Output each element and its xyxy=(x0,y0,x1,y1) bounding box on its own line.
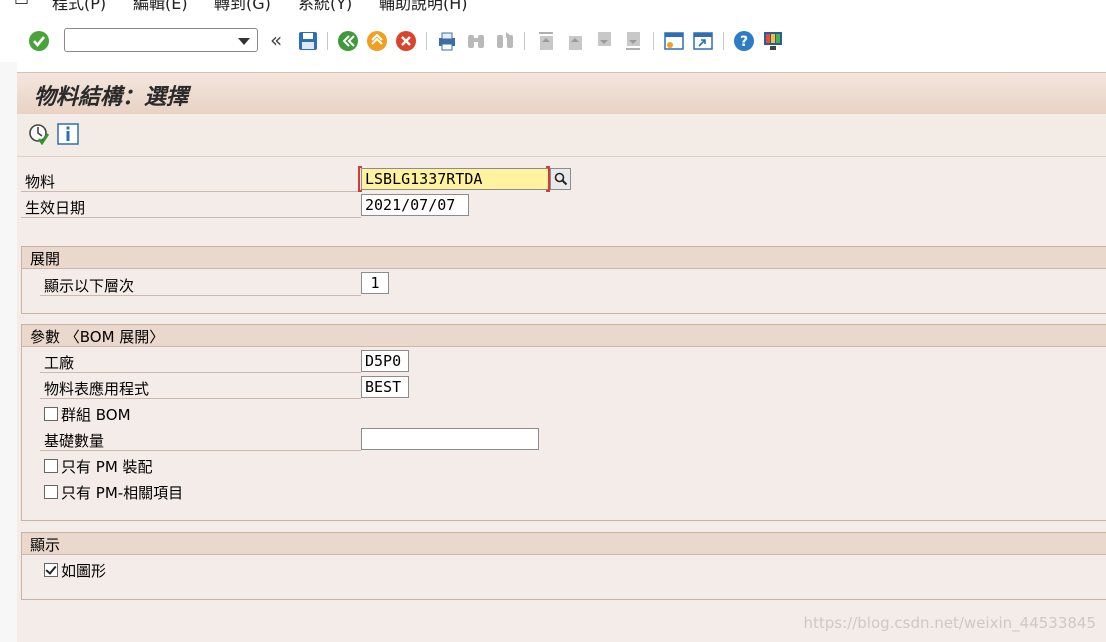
explode-group: 展開 xyxy=(21,246,1106,314)
pm-related-checkbox[interactable] xyxy=(44,485,58,499)
menu-icon[interactable]: ▭ xyxy=(14,0,29,9)
menu-bar: ▭ 程式(P) 編輯(E) 轉到(G) 系統(Y) 輔助說明(H) xyxy=(0,0,1106,18)
group-title: 顯示 xyxy=(30,536,61,554)
plant-input[interactable]: D5P0 xyxy=(361,350,409,372)
separator xyxy=(426,32,427,50)
base-quantity-input[interactable] xyxy=(361,428,539,450)
find-icon xyxy=(468,35,484,48)
graphic-label: 如圖形 xyxy=(61,562,107,580)
bom-application-label: 物料表應用程式 xyxy=(44,380,150,398)
group-header: 顯示 xyxy=(22,533,1106,555)
title-bar: 物料結構：選擇 xyxy=(17,72,1106,116)
pm-assembly-checkbox[interactable] xyxy=(44,459,58,473)
menu-goto[interactable]: 轉到(G) xyxy=(214,0,271,14)
group-bom-label: 群組 BOM xyxy=(61,406,131,424)
next-page-icon xyxy=(598,32,611,46)
first-page-icon xyxy=(539,32,553,50)
group-bom-checkbox[interactable] xyxy=(44,407,58,421)
pm-assembly-label: 只有 PM 裝配 xyxy=(61,458,153,476)
previous-page-icon xyxy=(569,36,582,50)
divider xyxy=(40,372,361,373)
plant-label: 工廠 xyxy=(44,354,75,372)
help-icon[interactable]: ? xyxy=(733,30,755,52)
divider xyxy=(40,398,361,399)
group-header: 展開 xyxy=(22,247,1106,269)
separator xyxy=(723,32,724,50)
material-label: 物料 xyxy=(25,173,56,191)
divider xyxy=(21,191,361,192)
page-title: 物料結構：選擇 xyxy=(34,84,189,110)
group-title: 展開 xyxy=(30,250,61,268)
base-quantity-label: 基礎數量 xyxy=(44,432,105,450)
svg-text:?: ? xyxy=(740,34,748,50)
create-shortcut-icon[interactable] xyxy=(692,30,714,52)
separator xyxy=(653,32,654,50)
divider xyxy=(40,450,361,451)
divider xyxy=(40,295,361,296)
new-session-icon[interactable] xyxy=(663,30,685,52)
info-icon[interactable] xyxy=(57,123,79,145)
back-icon[interactable] xyxy=(337,30,359,52)
menu-help[interactable]: 輔助說明(H) xyxy=(379,0,468,14)
search-help-button[interactable] xyxy=(550,168,571,190)
customize-layout-icon[interactable] xyxy=(762,30,784,52)
pm-related-label: 只有 PM-相關項目 xyxy=(61,484,184,502)
levels-label: 顯示以下層次 xyxy=(44,277,135,295)
collapse-icon[interactable]: « xyxy=(270,28,292,52)
enter-check-icon[interactable] xyxy=(28,30,50,52)
standard-toolbar: « ? xyxy=(0,20,1106,62)
display-group: 顯示 xyxy=(21,532,1106,600)
find-next-icon xyxy=(497,32,513,48)
separator xyxy=(524,32,525,50)
exit-icon[interactable] xyxy=(366,30,388,52)
watermark: https://blog.csdn.net/weixin_44533845 xyxy=(803,614,1096,632)
application-toolbar xyxy=(17,114,1106,157)
left-margin xyxy=(0,62,17,642)
command-field[interactable] xyxy=(64,28,258,52)
menu-edit[interactable]: 編輯(E) xyxy=(133,0,188,14)
cancel-icon[interactable] xyxy=(395,30,417,52)
parameters-group: 參數 〈BOM 展開〉 xyxy=(21,324,1106,521)
material-input[interactable]: LSBLG1337RTDA xyxy=(361,168,550,190)
separator xyxy=(327,32,328,50)
execute-icon[interactable] xyxy=(28,123,50,145)
search-icon xyxy=(554,172,568,186)
group-title: 參數 〈BOM 展開〉 xyxy=(30,328,165,346)
valid-date-input[interactable]: 2021/07/07 xyxy=(361,194,469,216)
print-icon[interactable] xyxy=(436,30,458,52)
levels-input[interactable]: 1 xyxy=(361,272,389,294)
valid-date-label: 生效日期 xyxy=(25,199,86,217)
divider xyxy=(21,217,361,218)
group-header: 參數 〈BOM 展開〉 xyxy=(22,325,1106,347)
last-page-icon xyxy=(626,32,640,50)
bom-application-input[interactable]: BEST xyxy=(361,376,409,398)
menu-system[interactable]: 系統(Y) xyxy=(298,0,352,14)
chevron-down-icon[interactable] xyxy=(238,38,250,45)
save-icon[interactable] xyxy=(297,30,319,52)
menu-program[interactable]: 程式(P) xyxy=(52,0,106,14)
graphic-checkbox[interactable] xyxy=(44,563,58,577)
